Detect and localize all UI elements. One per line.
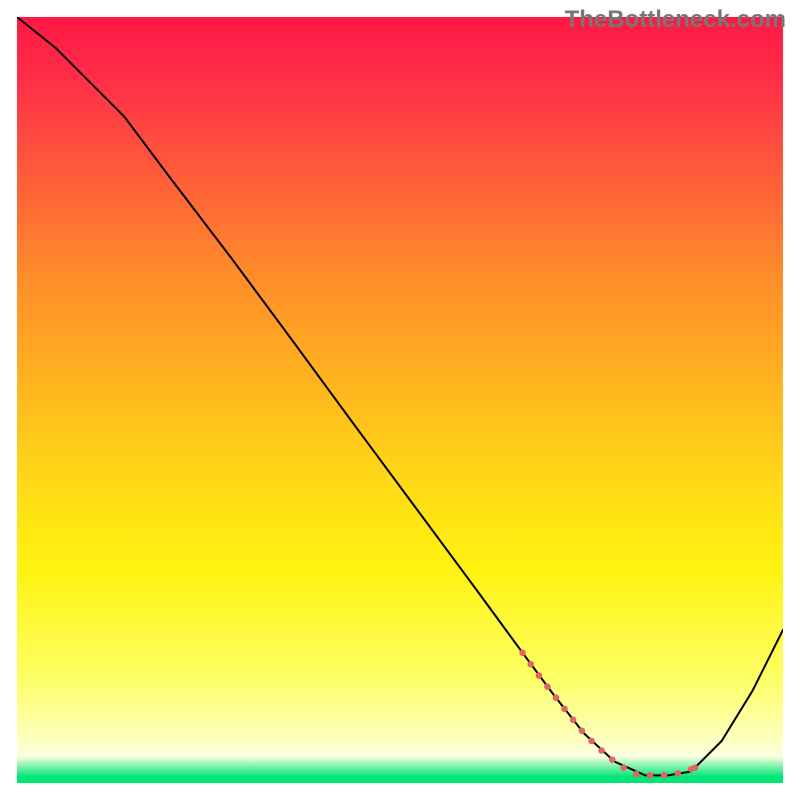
watermark-text: TheBottleneck.com [565, 6, 786, 34]
chart-plot-area [17, 17, 783, 783]
chart-background [17, 17, 783, 783]
chart-svg [17, 17, 783, 783]
